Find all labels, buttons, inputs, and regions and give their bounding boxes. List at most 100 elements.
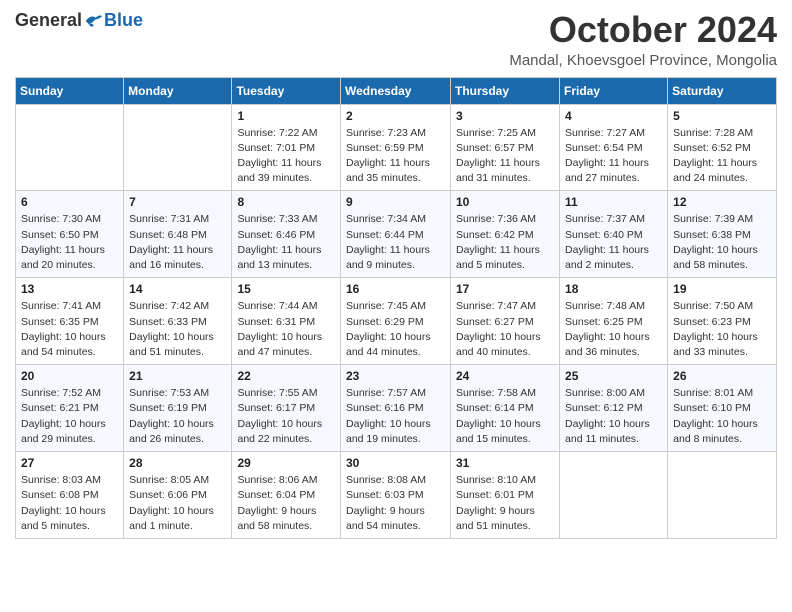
calendar-table: SundayMondayTuesdayWednesdayThursdayFrid… <box>15 77 777 539</box>
day-number: 10 <box>456 195 554 209</box>
weekday-header-cell: Tuesday <box>232 77 341 104</box>
day-number: 8 <box>237 195 335 209</box>
day-number: 17 <box>456 282 554 296</box>
calendar-cell: 1 Sunrise: 7:22 AM Sunset: 7:01 PM Daylig… <box>232 104 341 191</box>
day-number: 23 <box>346 369 445 383</box>
calendar-cell: 5 Sunrise: 7:28 AM Sunset: 6:52 PM Daylig… <box>668 104 777 191</box>
calendar-cell: 28 Sunrise: 8:05 AM Sunset: 6:06 PM Dayli… <box>124 452 232 539</box>
calendar-cell <box>668 452 777 539</box>
day-number: 28 <box>129 456 226 470</box>
calendar-cell: 16Sunrise: 7:45 AM Sunset: 6:29 PM Dayli… <box>341 278 451 365</box>
day-info: Sunrise: 7:45 AM Sunset: 6:29 PM Dayligh… <box>346 299 445 360</box>
day-number: 7 <box>129 195 226 209</box>
weekday-header-cell: Monday <box>124 77 232 104</box>
day-info: Sunrise: 7:22 AM Sunset: 7:01 PM Dayligh… <box>237 126 335 187</box>
logo-general: General <box>15 10 82 31</box>
logo-blue: Blue <box>104 10 143 31</box>
day-info: Sunrise: 7:28 AM Sunset: 6:52 PM Dayligh… <box>673 126 771 187</box>
calendar-cell: 31 Sunrise: 8:10 AM Sunset: 6:01 PM Dayli… <box>451 452 560 539</box>
calendar-cell <box>16 104 124 191</box>
day-number: 22 <box>237 369 335 383</box>
calendar-cell: 13Sunrise: 7:41 AM Sunset: 6:35 PM Dayli… <box>16 278 124 365</box>
calendar-cell: 12Sunrise: 7:39 AM Sunset: 6:38 PM Dayli… <box>668 191 777 278</box>
weekday-header-row: SundayMondayTuesdayWednesdayThursdayFrid… <box>16 77 777 104</box>
day-info: Sunrise: 7:25 AM Sunset: 6:57 PM Dayligh… <box>456 126 554 187</box>
calendar-cell: 20Sunrise: 7:52 AM Sunset: 6:21 PM Dayli… <box>16 365 124 452</box>
day-info: Sunrise: 7:47 AM Sunset: 6:27 PM Dayligh… <box>456 299 554 360</box>
day-info: Sunrise: 8:10 AM Sunset: 6:01 PM Dayligh… <box>456 473 554 534</box>
calendar-cell: 3 Sunrise: 7:25 AM Sunset: 6:57 PM Daylig… <box>451 104 560 191</box>
day-info: Sunrise: 7:27 AM Sunset: 6:54 PM Dayligh… <box>565 126 662 187</box>
weekday-header-cell: Sunday <box>16 77 124 104</box>
day-info: Sunrise: 7:33 AM Sunset: 6:46 PM Dayligh… <box>237 212 335 273</box>
day-info: Sunrise: 8:01 AM Sunset: 6:10 PM Dayligh… <box>673 386 771 447</box>
day-number: 19 <box>673 282 771 296</box>
calendar-week-row: 1 Sunrise: 7:22 AM Sunset: 7:01 PM Daylig… <box>16 104 777 191</box>
day-info: Sunrise: 7:57 AM Sunset: 6:16 PM Dayligh… <box>346 386 445 447</box>
calendar-week-row: 27Sunrise: 8:03 AM Sunset: 6:08 PM Dayli… <box>16 452 777 539</box>
day-info: Sunrise: 7:41 AM Sunset: 6:35 PM Dayligh… <box>21 299 118 360</box>
day-info: Sunrise: 7:44 AM Sunset: 6:31 PM Dayligh… <box>237 299 335 360</box>
day-number: 26 <box>673 369 771 383</box>
calendar-cell: 17 Sunrise: 7:47 AM Sunset: 6:27 PM Dayli… <box>451 278 560 365</box>
calendar-cell: 2Sunrise: 7:23 AM Sunset: 6:59 PM Daylig… <box>341 104 451 191</box>
day-number: 1 <box>237 109 335 123</box>
day-number: 9 <box>346 195 445 209</box>
day-number: 24 <box>456 369 554 383</box>
calendar-week-row: 20Sunrise: 7:52 AM Sunset: 6:21 PM Dayli… <box>16 365 777 452</box>
day-number: 27 <box>21 456 118 470</box>
day-info: Sunrise: 7:58 AM Sunset: 6:14 PM Dayligh… <box>456 386 554 447</box>
day-number: 15 <box>237 282 335 296</box>
calendar-cell: 21 Sunrise: 7:53 AM Sunset: 6:19 PM Dayli… <box>124 365 232 452</box>
calendar-cell: 18 Sunrise: 7:48 AM Sunset: 6:25 PM Dayli… <box>560 278 668 365</box>
calendar-cell <box>124 104 232 191</box>
logo: General Blue <box>15 10 143 31</box>
calendar-cell: 9 Sunrise: 7:34 AM Sunset: 6:44 PM Daylig… <box>341 191 451 278</box>
calendar-cell: 27Sunrise: 8:03 AM Sunset: 6:08 PM Dayli… <box>16 452 124 539</box>
calendar-cell: 22 Sunrise: 7:55 AM Sunset: 6:17 PM Dayli… <box>232 365 341 452</box>
day-number: 29 <box>237 456 335 470</box>
day-number: 20 <box>21 369 118 383</box>
day-number: 18 <box>565 282 662 296</box>
day-number: 30 <box>346 456 445 470</box>
calendar-cell: 26 Sunrise: 8:01 AM Sunset: 6:10 PM Dayli… <box>668 365 777 452</box>
day-number: 3 <box>456 109 554 123</box>
day-info: Sunrise: 7:23 AM Sunset: 6:59 PM Dayligh… <box>346 126 445 187</box>
calendar-cell: 19Sunrise: 7:50 AM Sunset: 6:23 PM Dayli… <box>668 278 777 365</box>
calendar-cell: 29Sunrise: 8:06 AM Sunset: 6:04 PM Dayli… <box>232 452 341 539</box>
calendar-cell: 23 Sunrise: 7:57 AM Sunset: 6:16 PM Dayli… <box>341 365 451 452</box>
month-title: October 2024 <box>509 10 777 50</box>
logo-bird-icon <box>84 12 104 30</box>
calendar-cell: 7 Sunrise: 7:31 AM Sunset: 6:48 PM Daylig… <box>124 191 232 278</box>
calendar-cell: 15 Sunrise: 7:44 AM Sunset: 6:31 PM Dayli… <box>232 278 341 365</box>
calendar-week-row: 6 Sunrise: 7:30 AM Sunset: 6:50 PM Daylig… <box>16 191 777 278</box>
day-info: Sunrise: 7:37 AM Sunset: 6:40 PM Dayligh… <box>565 212 662 273</box>
day-info: Sunrise: 8:05 AM Sunset: 6:06 PM Dayligh… <box>129 473 226 534</box>
calendar-cell: 25Sunrise: 8:00 AM Sunset: 6:12 PM Dayli… <box>560 365 668 452</box>
location: Mandal, Khoevsgoel Province, Mongolia <box>509 52 777 69</box>
day-info: Sunrise: 7:30 AM Sunset: 6:50 PM Dayligh… <box>21 212 118 273</box>
day-info: Sunrise: 7:39 AM Sunset: 6:38 PM Dayligh… <box>673 212 771 273</box>
calendar-cell: 11 Sunrise: 7:37 AM Sunset: 6:40 PM Dayli… <box>560 191 668 278</box>
calendar-cell: 4Sunrise: 7:27 AM Sunset: 6:54 PM Daylig… <box>560 104 668 191</box>
calendar-cell: 8 Sunrise: 7:33 AM Sunset: 6:46 PM Daylig… <box>232 191 341 278</box>
day-number: 6 <box>21 195 118 209</box>
day-number: 11 <box>565 195 662 209</box>
day-number: 21 <box>129 369 226 383</box>
day-info: Sunrise: 7:55 AM Sunset: 6:17 PM Dayligh… <box>237 386 335 447</box>
day-info: Sunrise: 7:34 AM Sunset: 6:44 PM Dayligh… <box>346 212 445 273</box>
day-number: 31 <box>456 456 554 470</box>
calendar-cell: 24 Sunrise: 7:58 AM Sunset: 6:14 PM Dayli… <box>451 365 560 452</box>
calendar-cell: 10Sunrise: 7:36 AM Sunset: 6:42 PM Dayli… <box>451 191 560 278</box>
day-number: 5 <box>673 109 771 123</box>
day-info: Sunrise: 7:48 AM Sunset: 6:25 PM Dayligh… <box>565 299 662 360</box>
day-info: Sunrise: 7:31 AM Sunset: 6:48 PM Dayligh… <box>129 212 226 273</box>
weekday-header-cell: Thursday <box>451 77 560 104</box>
day-info: Sunrise: 7:53 AM Sunset: 6:19 PM Dayligh… <box>129 386 226 447</box>
calendar-cell: 30Sunrise: 8:08 AM Sunset: 6:03 PM Dayli… <box>341 452 451 539</box>
calendar-body: 1 Sunrise: 7:22 AM Sunset: 7:01 PM Daylig… <box>16 104 777 538</box>
calendar-cell <box>560 452 668 539</box>
calendar-cell: 6 Sunrise: 7:30 AM Sunset: 6:50 PM Daylig… <box>16 191 124 278</box>
day-info: Sunrise: 8:00 AM Sunset: 6:12 PM Dayligh… <box>565 386 662 447</box>
day-number: 14 <box>129 282 226 296</box>
